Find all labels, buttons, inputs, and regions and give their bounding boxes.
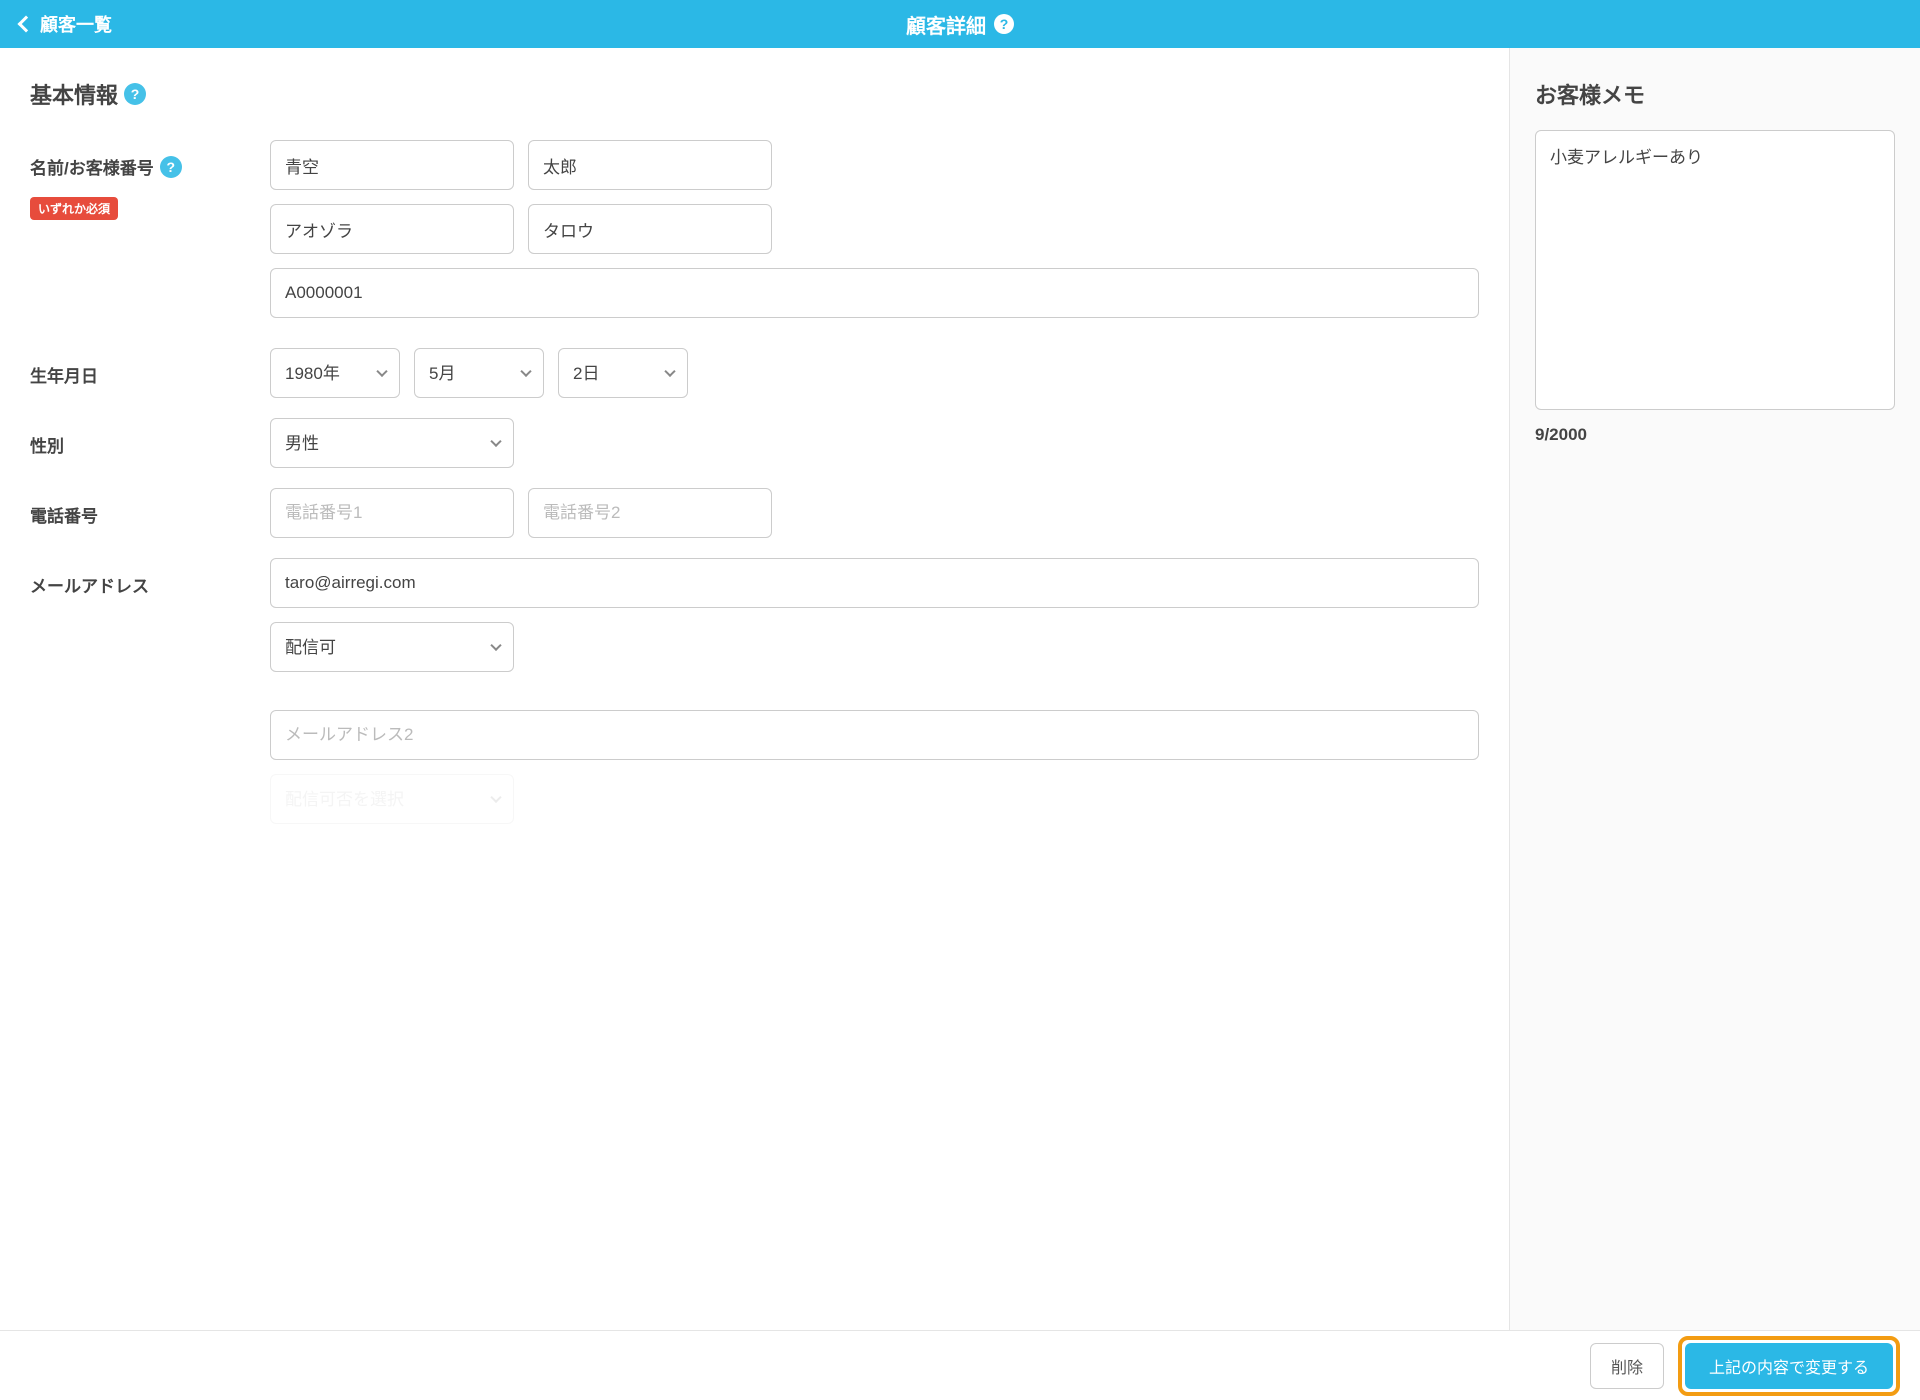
back-button[interactable]: 顧客一覧	[20, 11, 112, 37]
name-label: 名前/お客様番号 ?	[30, 154, 270, 179]
app-header: 顧客一覧 顧客詳細 ?	[0, 0, 1920, 48]
surname-kana-input[interactable]	[270, 204, 514, 254]
delete-button[interactable]: 削除	[1590, 1343, 1664, 1389]
month-select[interactable]: 5月	[414, 348, 544, 398]
help-icon[interactable]: ?	[160, 156, 182, 178]
memo-counter: 9/2000	[1535, 425, 1895, 445]
given-name-kana-input[interactable]	[528, 204, 772, 254]
birthday-label: 生年月日	[30, 362, 270, 387]
save-button[interactable]: 上記の内容で変更する	[1685, 1343, 1893, 1389]
surname-input[interactable]	[270, 140, 514, 190]
help-icon[interactable]: ?	[124, 83, 146, 105]
phone2-input[interactable]	[528, 488, 772, 538]
phone1-input[interactable]	[270, 488, 514, 538]
memo-textarea[interactable]	[1535, 130, 1895, 410]
chevron-down-icon	[490, 792, 501, 803]
chevron-left-icon	[18, 16, 35, 33]
email1-input[interactable]	[270, 558, 1479, 608]
save-button-highlight: 上記の内容で変更する	[1678, 1336, 1900, 1396]
basic-info-title: 基本情報 ?	[30, 78, 1479, 110]
given-name-input[interactable]	[528, 140, 772, 190]
memo-title: お客様メモ	[1535, 78, 1895, 110]
memo-panel: お客様メモ 9/2000	[1510, 48, 1920, 1330]
customer-number-input[interactable]	[270, 268, 1479, 318]
gender-select[interactable]: 男性	[270, 418, 514, 468]
day-select[interactable]: 2日	[558, 348, 688, 398]
phone-label: 電話番号	[30, 502, 270, 527]
email-label: メールアドレス	[30, 572, 270, 597]
footer-bar: 削除 上記の内容で変更する	[0, 1330, 1920, 1400]
page-title: 顧客詳細 ?	[906, 10, 1014, 39]
year-select[interactable]: 1980年	[270, 348, 400, 398]
gender-label: 性別	[30, 432, 270, 457]
delivery2-select[interactable]: 配信可否を選択	[270, 774, 514, 824]
delivery1-select[interactable]: 配信可	[270, 622, 514, 672]
required-badge: いずれか必須	[30, 197, 118, 220]
back-label: 顧客一覧	[40, 11, 112, 37]
email2-input[interactable]	[270, 710, 1479, 760]
form-panel: 基本情報 ? 名前/お客様番号 ? いずれか必須	[0, 48, 1510, 1330]
help-icon[interactable]: ?	[994, 14, 1014, 34]
